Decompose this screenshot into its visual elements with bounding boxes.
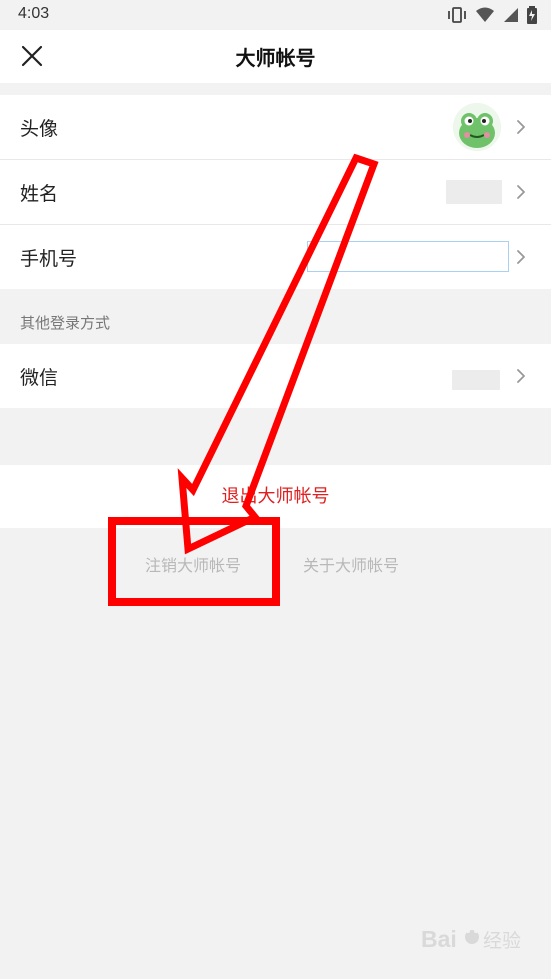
wechat-value-blur — [452, 370, 500, 390]
status-icons — [447, 6, 537, 24]
other-login-section: 微信 — [0, 344, 551, 408]
status-time: 4:03 — [18, 5, 50, 22]
logout-button[interactable]: 退出大师帐号 — [0, 465, 551, 528]
other-login-label: 其他登录方式 — [20, 314, 111, 332]
name-value-blur — [446, 180, 502, 204]
avatar-row[interactable]: 头像 — [0, 95, 551, 160]
vibrate-icon — [448, 7, 466, 23]
svg-text:经验: 经验 — [483, 930, 521, 952]
cancel-account-link[interactable]: 注销大师帐号 — [145, 552, 241, 576]
wechat-label: 微信 — [20, 367, 59, 389]
frog-avatar-icon — [453, 103, 501, 151]
top-navbar: 大师帐号 — [0, 30, 551, 83]
about-account-link[interactable]: 关于大师帐号 — [303, 552, 399, 576]
wechat-row[interactable]: 微信 — [0, 344, 551, 408]
avatar-label: 头像 — [20, 118, 59, 140]
battery-icon — [527, 6, 537, 24]
wifi-icon — [476, 7, 494, 22]
baidu-watermark-icon: Bai 经验 — [421, 926, 521, 952]
profile-section: 头像 姓名 手机号 — [0, 95, 551, 289]
name-chevron-icon — [517, 185, 525, 199]
signal-icon — [504, 8, 518, 22]
phone-row[interactable]: 手机号 — [0, 225, 551, 289]
avatar-chevron-icon — [517, 120, 525, 134]
name-row[interactable]: 姓名 — [0, 160, 551, 225]
name-label: 姓名 — [20, 183, 59, 205]
phone-chevron-icon — [517, 250, 525, 264]
phone-label: 手机号 — [20, 248, 78, 270]
status-bar: 4:03 — [0, 0, 551, 30]
svg-text:Bai: Bai — [421, 926, 457, 952]
avatar — [453, 103, 501, 151]
phone-value-field — [307, 241, 509, 272]
page-title: 大师帐号 — [235, 46, 316, 70]
wechat-chevron-icon — [517, 369, 525, 383]
